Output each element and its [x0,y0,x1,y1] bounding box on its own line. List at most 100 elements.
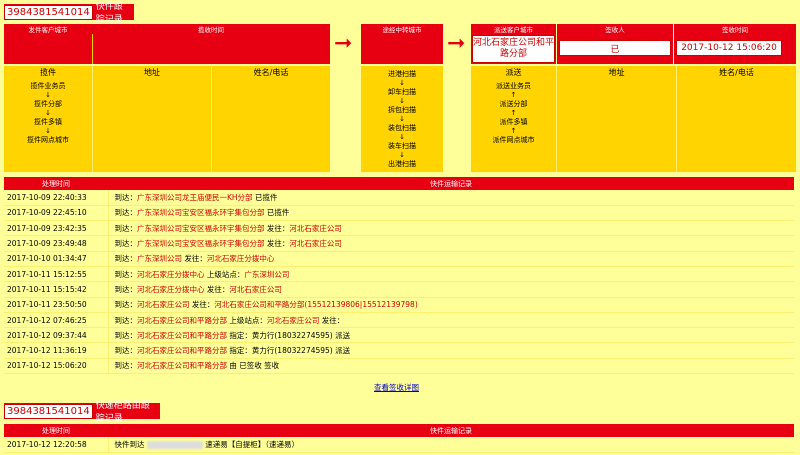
record-b: 河北石家庄公司 [229,284,282,294]
transit-step: 装包扫描 [388,123,416,132]
view-sign-detail-link[interactable]: 查看签收详图 [374,382,419,393]
deliver-address-cell [556,78,676,172]
table-header-row: 处理时间 快件运输记录 [4,177,794,190]
collect-time-header: 揽收时间 [92,24,330,34]
record-b: 河北石家庄公司 [289,239,342,249]
down-arrow-icon: ↓ [399,114,405,123]
row-time: 2017-10-11 23:50:50 [4,297,109,313]
record-b: 河北石家庄公司 [266,315,320,325]
deliver-step: 派送分部 [499,100,528,108]
table-row: 2017-10-09 22:40:33 到达：广东深圳公司龙王庙便民一KH分部 已… [4,190,794,206]
down-arrow-icon: ↓ [399,150,405,159]
table-header-row: 处理时间 快件运输记录 [4,424,794,437]
origin-city-header: 发件客户城市 [4,24,92,34]
collect-name-cell [211,78,330,172]
record-mid: 上级站点： [204,269,245,279]
col-time-header: 处理时间 [4,177,108,190]
record-a: 广东深圳公司宝安区福永环宇集包分部 [137,208,265,218]
transit-block: 途经中转城市 进港扫描 ↓ 卸车扫描 ↓ 拆包扫描 ↓ 装包扫描 ↓ 装车扫描 … [361,24,443,172]
record-a: 河北石家庄公司和平路分部 [137,315,227,325]
col-record-header: 快件运输记录 [108,177,794,190]
table-row: 2017-10-12 07:46:25 到达：河北石家庄公司和平路分部 上级站点：… [4,312,794,329]
right-arrow-icon: ➞ [447,31,466,56]
deliver-name-cell [676,78,796,172]
record-a: 广东深圳公司 [137,254,182,264]
row-time: 2017-10-10 01:34:47 [4,251,109,267]
row-record: 到达：广东深圳公司宝安区福永环宇集包分部 已揽件 [108,205,794,222]
record-pre: 到达： [114,254,138,264]
table-row: 2017-10-11 23:50:50 到达：河北石家庄公司 发往：河北石家庄公司… [4,297,794,313]
table-row: 2017-10-11 15:12:55 到达：河北石家庄分拨中心 上级站点：广东深… [4,266,794,283]
record-mid: 发往： [182,254,207,264]
tracking-number[interactable]: 3984381541014 [4,4,93,20]
tracking-log-table: 处理时间 快件运输记录 2017-10-09 22:40:33 到达：广东深圳公司… [4,177,794,375]
row-time: 2017-10-11 15:12:55 [4,266,109,283]
row-time: 2017-10-12 11:36:19 [4,342,109,359]
row-time: 2017-10-09 22:45:10 [4,205,109,222]
row-record: 到达：河北石家庄公司和平路分部 指定：黄力行(18032274595) 派送 [108,327,794,344]
record-mid: 发往： [204,284,230,294]
transit-step: 拆包扫描 [388,105,416,114]
row-time: 2017-10-09 22:40:33 [4,190,109,206]
deliver-name-phone-subheader: 姓名/电话 [676,66,796,78]
collect-step: 揽件分部 [34,100,62,108]
record-a: 河北石家庄分拨中心 [137,269,205,279]
record-a: 广东深圳公司宝安区福永环宇集包分部 [137,223,265,233]
track-title: 快件跟踪记录 [95,2,123,25]
up-arrow-icon: ↑ [510,91,517,99]
record-mid: 指定：黄力行(18032274595) 派送 [227,330,351,340]
record-a: 广东深圳公司龙王庙便民一KH分部 [137,192,253,202]
right-arrow-icon: ➞ [334,31,353,56]
row-record: 到达：河北石家庄分拨中心 上级站点：广东深圳公司 [108,266,794,283]
table-row: 2017-10-09 22:45:10 到达：广东深圳公司宝安区福永环宇集包分部 … [4,205,794,222]
down-arrow-icon: ↓ [45,109,51,117]
record-pre: 到达： [114,192,138,202]
row-time: 2017-10-12 15:06:20 [4,358,109,375]
redacted-block [146,440,203,449]
collect-step: 揽件网点城市 [27,136,69,144]
record-pre: 到达： [114,346,138,356]
transit-step: 进港扫描 [388,69,416,78]
record-mid: 上级站点： [227,315,267,325]
transit-city-header: 途经中转城市 [361,24,443,34]
transit-steps: 进港扫描 ↓ 卸车扫描 ↓ 拆包扫描 ↓ 装包扫描 ↓ 装车扫描 ↓ 出港扫描 [361,66,443,172]
row-time: 2017-10-12 12:20:58 [4,437,109,453]
table-row: 2017-10-11 15:15:42 到达：河北石家庄分拨中心 发往：河北石家庄… [4,281,794,298]
record-mid: 已揽件 [252,192,278,202]
origin-city-value [4,34,92,64]
table-row: 2017-10-12 09:37:44 到达：河北石家庄公司和平路分部 指定：黄力… [4,327,794,344]
row-time: 2017-10-09 23:49:48 [4,235,109,252]
down-arrow-icon: ↓ [45,91,51,99]
row-record: 到达：河北石家庄公司 发往：河北石家庄公司和平路分部(15512139806|1… [108,297,794,313]
record-mid: 已揽件 [264,208,290,218]
deliver-steps: 派送业务员 ↑ 派送分部 ↑ 派件多镇 ↑ 派件网点城市 [471,78,556,172]
deliver-address-subheader: 地址 [556,66,676,78]
row-record: 到达：广东深圳公司 发往：河北石家庄分拨中心 [108,251,794,267]
record-mid: 由 已签收 签收 [227,361,280,371]
name-phone-subheader: 姓名/电话 [211,66,330,78]
signer-value: 已 [559,40,671,56]
row-time: 2017-10-09 23:42:35 [4,220,109,237]
record-post: 发往： [319,315,345,325]
sign-time-value: 2017-10-12 15:06:20 [676,40,782,56]
row-record: 到达：广东深圳公司龙王庙便民一KH分部 已揽件 [108,190,794,206]
address-subheader: 地址 [92,66,211,78]
table-row: 2017-10-12 11:36:19 到达：河北石家庄公司和平路分部 指定：黄力… [4,342,794,359]
dest-city-header: 派送客户城市 [471,24,556,34]
table-row: 2017-10-12 15:06:20 到达：河北石家庄公司和平路分部 由 已签收… [4,358,794,375]
origin-block: 发件客户城市 揽收时间 揽件 地址 姓名/电话 揽件业务员 ↓ 揽件分部 ↓ 揽… [4,24,330,172]
route-header: 3984381541014 快递柜路由跟踪记录 [4,401,160,424]
row-post: 速递易【自提柜】（速递易） [205,439,300,449]
collect-step: 揽件业务员 [30,82,66,90]
route-tracking-number[interactable]: 3984381541014 [4,403,93,419]
record-a: 河北石家庄分拨中心 [137,284,205,294]
row-record: 到达：河北石家庄分拨中心 发往：河北石家庄公司 [108,281,794,298]
row-time: 2017-10-11 15:15:42 [4,281,109,298]
down-arrow-icon: ↓ [399,132,405,141]
record-pre: 到达： [114,300,138,310]
record-b: 河北石家庄公司 [289,223,342,233]
route-title: 快递柜路由跟踪记录 [95,401,150,424]
table-row: 2017-10-12 12:20:58 快件到达 速递易【自提柜】（速递易） [4,437,794,453]
record-mid: 发往： [189,300,215,310]
row-time: 2017-10-12 07:46:25 [4,312,109,329]
